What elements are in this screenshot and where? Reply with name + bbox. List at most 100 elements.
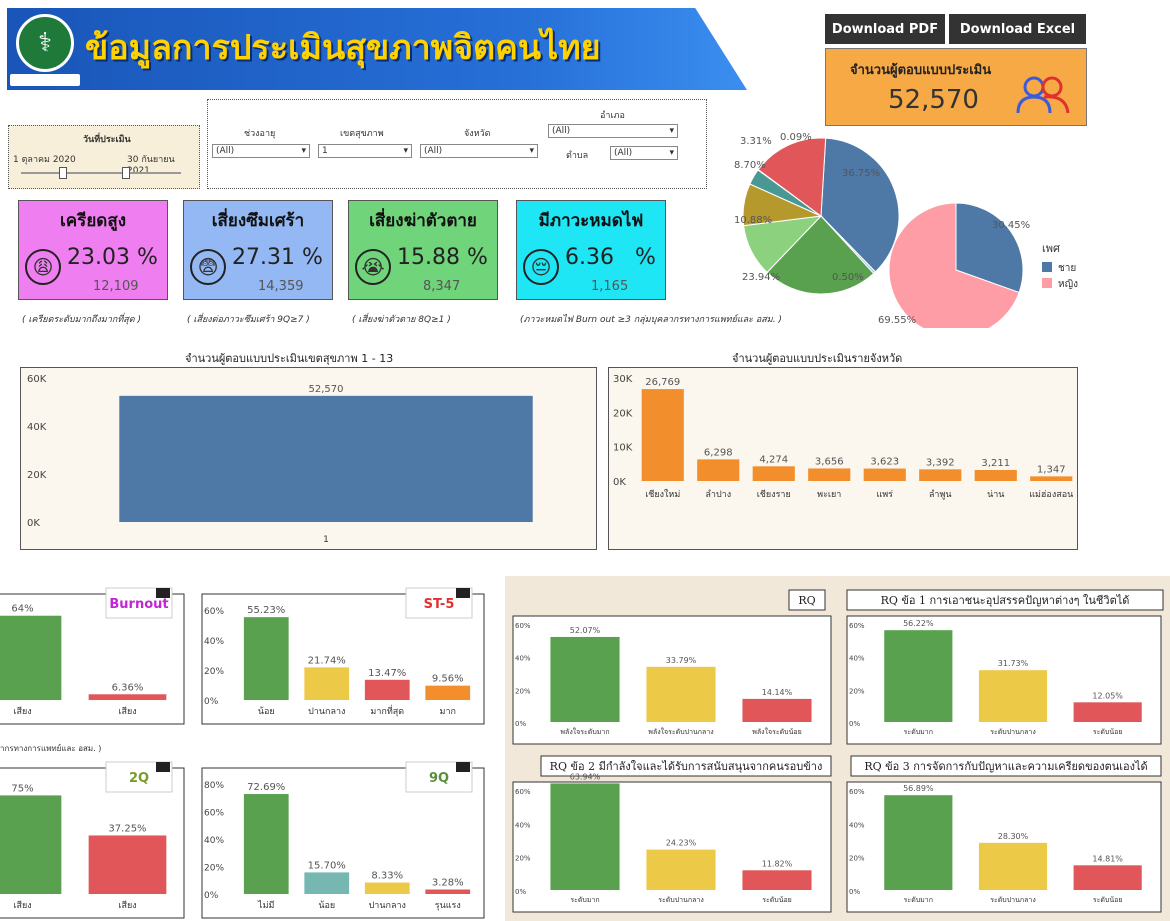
st5-value-label: 9.56%: [432, 674, 464, 685]
st5-ytick: 0%: [204, 697, 219, 707]
district-select[interactable]: (All): [548, 124, 678, 138]
province-ytick: 0K: [613, 477, 626, 488]
subdistrict-select[interactable]: (All): [610, 146, 678, 160]
st5-ytick: 20%: [204, 667, 224, 677]
date-slider-end-handle[interactable]: [122, 167, 130, 179]
province_bar-bar: [808, 468, 851, 481]
kpi-percent: 23.03: [67, 245, 130, 270]
rq-bar: [742, 698, 812, 722]
rq-category-label: พลังใจระดับน้อย: [752, 727, 801, 736]
province_bar-bar: [863, 468, 906, 481]
province_bar-category-label: ลำปาง: [705, 489, 731, 500]
gender-legend-label: ชาย: [1058, 263, 1076, 274]
st5-pin-icon: [456, 588, 470, 598]
burnout-category-label: เสียง: [13, 706, 31, 717]
rq1-value-label: 12.05%: [1092, 691, 1123, 700]
rq3-bar: [978, 842, 1048, 890]
province_bar-bar: [919, 469, 962, 481]
rq1-ytick: 0%: [849, 720, 860, 728]
st5-title: ST-5: [424, 597, 455, 612]
region-bar-title: จำนวนผู้ตอบแบบประเมินเขตสุขภาพ 1 - 13: [185, 352, 394, 365]
province-select[interactable]: (All): [420, 144, 538, 158]
rq-value-label: 33.79%: [666, 656, 697, 665]
burnout-value-label: 6.36%: [112, 682, 144, 693]
st5-bar: [364, 679, 410, 700]
st5-ytick: 40%: [204, 637, 224, 647]
rq-bar: [550, 636, 620, 722]
province_bar-category-label: แพร่: [876, 490, 893, 500]
burnout-bar: [0, 615, 62, 700]
rq-bar: [646, 666, 716, 722]
q9-category-label: รุนแรง: [435, 901, 461, 911]
kpi-percent-sign: %: [137, 245, 158, 270]
q9-category-label: ไม่มี: [257, 900, 274, 911]
kpi-note: ( เสี่ยงต่อภาวะซึมเศร้า 9Q≥7 ): [187, 315, 310, 325]
kpi-percent-sign: %: [467, 245, 488, 270]
kpi-note: ( เครียดระดับมากถึงมากที่สุด ): [22, 315, 142, 325]
q2-bar: [88, 835, 167, 894]
rq3-ytick: 0%: [849, 888, 860, 896]
rq2-value-label: 11.82%: [762, 859, 793, 868]
rq2-ytick: 20%: [515, 855, 531, 863]
rq-charts: RQ 60% 40% 20% 0% 52.07% พลังใจระดับมาก 33.79% พ…: [512, 589, 1164, 913]
st5-value-label: 13.47%: [368, 668, 406, 679]
respondent-count-card: จำนวนผู้ตอบแบบประเมิน 52,570: [825, 48, 1087, 126]
rq2-category-label: ระดับมาก: [570, 896, 599, 904]
q9-ytick: 40%: [204, 836, 224, 846]
province-bar-chart: 30K 20K 10K 0K 26,769 เชียงใหม่ 6,298 ลำปาง 4,27…: [613, 374, 1073, 500]
kpi-title: เสี่ยงฆ่าตัวตาย: [369, 211, 477, 231]
region-ytick: 60K: [27, 374, 47, 385]
kpi-card: เสี่ยงซึมเศร้า 😨 27.31% 14,359: [183, 200, 333, 300]
region_bar-value-label: 52,570: [309, 384, 344, 395]
q9-bar: [364, 882, 410, 894]
rq1-value-label: 31.73%: [998, 659, 1029, 668]
face-icon: 😩: [25, 249, 61, 285]
burnout-bar: [88, 694, 167, 700]
date-slider-start-handle[interactable]: [59, 167, 67, 179]
q9-value-label: 8.33%: [371, 871, 403, 882]
region-bar-panel: 60K 40K 20K 0K 52,570 1: [20, 367, 597, 550]
burnout-pin-icon: [156, 588, 170, 598]
gender-slice-label: 69.55%: [878, 315, 916, 326]
filter-panel: ช่วงอายุ (All) เขตสุขภาพ 1 จังหวัด (All)…: [207, 99, 707, 189]
rq-value-label: 14.14%: [762, 688, 793, 697]
download-excel-button[interactable]: Download Excel: [949, 14, 1086, 44]
kpi-count: 1,165: [591, 279, 629, 294]
people-icon: [1016, 76, 1070, 114]
date-slider-track: [21, 172, 181, 174]
province_bar-category-label: เชียงใหม่: [645, 489, 680, 500]
q2-pin-icon: [156, 762, 170, 772]
region-filter-label: เขตสุขภาพ: [340, 129, 384, 139]
rq2-value-label: 63.94%: [570, 772, 601, 781]
rq3-value-label: 28.30%: [998, 832, 1029, 841]
province_bar-value-label: 6,298: [704, 447, 733, 458]
region-select[interactable]: 1: [318, 144, 412, 158]
rq1-bar: [884, 630, 953, 722]
date-filter-label: วันที่ประเมิน: [83, 135, 131, 145]
rq1-category-label: ระดับมาก: [904, 728, 933, 736]
q9-category-label: ปานกลาง: [369, 901, 406, 911]
rq1-ytick: 60%: [849, 622, 865, 630]
q9-ytick: 20%: [204, 864, 224, 874]
province-slice-label: 0.50%: [832, 272, 864, 283]
province-slice-label: 36.75%: [842, 168, 880, 179]
rq3-bar: [884, 795, 953, 890]
province_bar-bar: [752, 466, 795, 481]
download-pdf-button[interactable]: Download PDF: [825, 14, 945, 44]
q9-value-label: 3.28%: [432, 877, 464, 888]
rq3-category-label: ระดับมาก: [904, 896, 933, 904]
rq2-bar: [742, 870, 812, 890]
st5-bar: [243, 617, 289, 700]
kpi-card: มีภาวะหมดไฟ 😔 6.36% 1,165: [516, 200, 666, 300]
st5-value-label: 55.23%: [247, 605, 285, 616]
rq-ytick: 60%: [515, 622, 531, 630]
q2-title: 2Q: [129, 771, 149, 786]
rq3-title: RQ ข้อ 3 การจัดการกับปัญหาและความเครียดข…: [864, 760, 1147, 773]
age-select[interactable]: (All): [212, 144, 310, 158]
q2-category-label: เสียง: [13, 900, 31, 911]
rq-ytick: 0%: [515, 720, 526, 728]
province_bar-category-label: เชียงราย: [757, 489, 791, 500]
burnout-title: Burnout: [109, 597, 168, 612]
rq2-title: RQ ข้อ 2 มีกำลังใจและได้รับการสนับสนุนจา…: [550, 760, 823, 773]
rq2-category-label: ระดับปานกลาง: [658, 896, 704, 904]
